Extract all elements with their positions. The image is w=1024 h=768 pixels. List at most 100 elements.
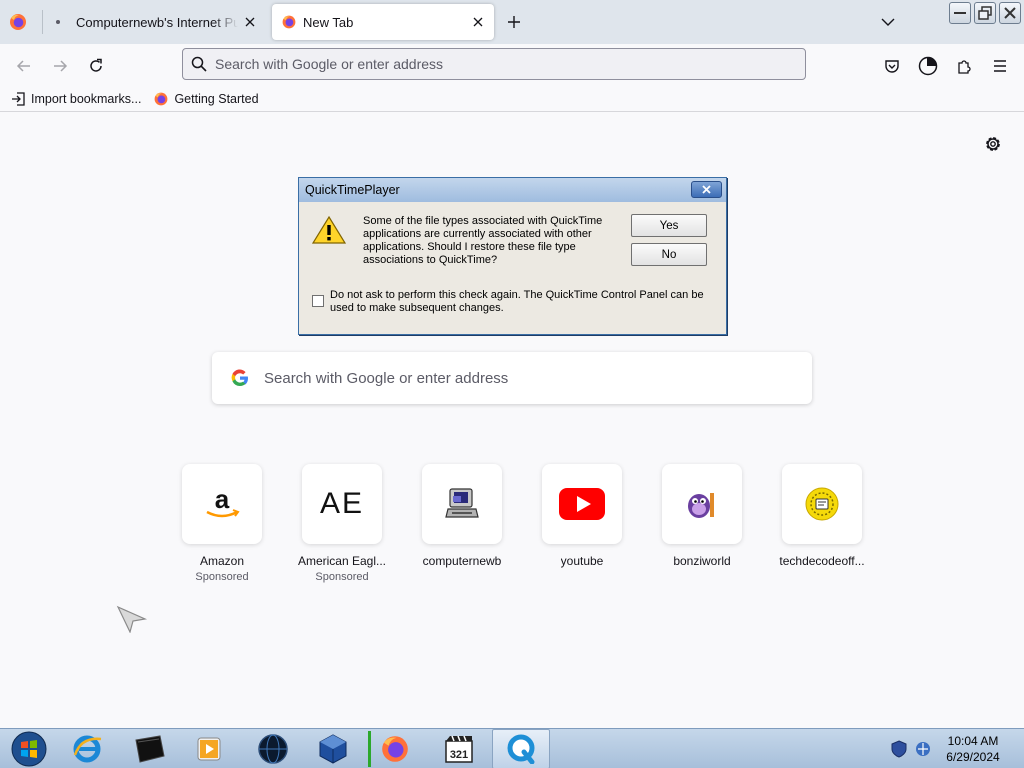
virtualbox-icon [319,734,347,764]
hamburger-menu-icon [994,60,1006,72]
yes-button[interactable]: Yes [631,214,707,237]
youtube-icon [559,488,605,520]
shortcut-tile[interactable]: a [182,464,262,544]
puzzle-icon [958,60,971,74]
google-search-box[interactable]: Search with Google or enter address [212,352,812,404]
shortcut-label: American Eagl... [297,554,387,568]
techdecode-icon [805,487,839,521]
shortcut-tile[interactable] [542,464,622,544]
tab-new-tab[interactable]: New Tab [272,4,494,40]
bookmarks-toolbar: Import bookmarks... Getting Started [0,86,1024,112]
clock-date: 6/29/2024 [946,750,1000,764]
shortcut-amazon[interactable]: a Amazon Sponsored [162,464,282,583]
shortcuts-grid: a Amazon Sponsored AE American Eagl... S… [162,464,882,583]
start-button[interactable] [0,729,58,768]
address-bar[interactable]: Search with Google or enter address [182,48,806,80]
tab-strip: Computernewb's Internet Pub New Tab [0,0,1024,44]
start-orb-icon [11,731,47,767]
forward-button[interactable] [47,53,73,79]
list-all-tabs-button[interactable] [876,10,900,34]
shortcut-american-eagle[interactable]: AE American Eagl... Sponsored [282,464,402,583]
dialog-title: QuickTimePlayer [305,183,400,197]
taskbar-dark-globe[interactable] [244,729,302,768]
account-icon [918,56,938,76]
personalize-gear-icon[interactable] [983,134,1003,154]
shortcut-tile[interactable] [782,464,862,544]
account-button[interactable] [915,53,941,79]
clock-time: 10:04 AM [947,734,999,748]
mouse-cursor-icon [116,605,148,633]
firefox-icon [282,15,296,29]
restore-icon [978,6,992,20]
sponsored-label: Sponsored [195,571,249,583]
tab-separator [42,10,43,34]
dialog-close-button[interactable] [691,181,722,198]
shortcut-label: bonziworld [673,554,731,568]
minimize-icon [954,12,966,14]
warning-icon [312,215,346,244]
extensions-button[interactable] [951,53,977,79]
firefox-view-icon[interactable] [8,12,28,32]
bookmark-getting-started[interactable]: Getting Started [153,91,259,107]
shortcut-computernewb[interactable]: computernewb [402,464,522,583]
shortcut-label: Amazon [199,554,245,568]
new-tab-button[interactable] [502,10,526,34]
network-icon[interactable] [914,740,932,758]
close-window-button[interactable] [999,2,1021,24]
system-clock[interactable]: 10:04 AM 6/29/2024 [940,733,1006,765]
tab-title: New Tab [303,14,354,30]
minimize-button[interactable] [949,2,971,24]
internet-explorer-icon [73,735,102,763]
shortcut-youtube[interactable]: youtube [522,464,642,583]
svg-text:321: 321 [450,749,468,761]
navigation-toolbar: Search with Google or enter address [0,44,1024,86]
plus-icon [508,16,520,28]
dark-globe-icon [258,734,288,764]
taskbar-media-player[interactable] [180,729,238,768]
bookmark-import[interactable]: Import bookmarks... [11,92,141,106]
firefox-icon [382,736,408,762]
google-search-placeholder: Search with Google or enter address [264,369,509,387]
shortcut-techdecode[interactable]: techdecodeoff... [762,464,882,583]
shortcut-tile[interactable] [422,464,502,544]
close-tab-icon[interactable] [466,10,490,34]
close-icon [702,185,711,194]
taskbar-media-player-classic[interactable]: 321 [430,729,488,768]
forward-arrow-icon [54,60,68,72]
bonzi-icon [688,493,714,518]
bookmark-label: Getting Started [174,91,259,106]
taskbar-firefox[interactable] [366,729,424,768]
taskbar: 321 10:04 AM 6/29/2024 [0,728,1024,768]
close-tab-icon[interactable] [238,10,262,34]
address-bar-placeholder: Search with Google or enter address [215,56,444,72]
quicktime-dialog: QuickTimePlayer Some of the file types a… [298,177,727,335]
taskbar-quicktime[interactable] [492,729,550,768]
shortcut-label: techdecodeoff... [779,554,865,568]
shortcut-bonziworld[interactable]: bonziworld [642,464,762,583]
menu-button[interactable] [987,53,1013,79]
taskbar-virtualbox[interactable] [304,729,362,768]
tab-computernewb[interactable]: Computernewb's Internet Pub [46,4,266,40]
amazon-icon: a [206,486,240,518]
close-icon [1004,7,1016,19]
no-button[interactable]: No [631,243,707,266]
shortcut-tile[interactable] [662,464,742,544]
dialog-titlebar[interactable]: QuickTimePlayer [299,178,726,202]
back-button[interactable] [11,53,37,79]
tab-title: Computernewb's Internet Pub [76,14,238,30]
bookmark-label: Import bookmarks... [31,91,142,106]
taskbar-internet-explorer[interactable] [58,729,116,768]
import-icon [12,91,25,106]
pocket-button[interactable] [879,53,905,79]
reload-button[interactable] [83,53,109,79]
shortcut-tile[interactable]: AE [302,464,382,544]
taskbar-media-device[interactable] [120,729,178,768]
computer-icon [445,488,479,518]
restore-button[interactable] [974,2,996,24]
dialog-message: Some of the file types associated with Q… [363,215,603,266]
search-icon [191,56,207,72]
back-arrow-icon [16,60,30,72]
security-shield-icon[interactable] [890,740,908,758]
dont-ask-checkbox[interactable] [312,295,324,307]
shortcut-label: computernewb [422,554,502,568]
